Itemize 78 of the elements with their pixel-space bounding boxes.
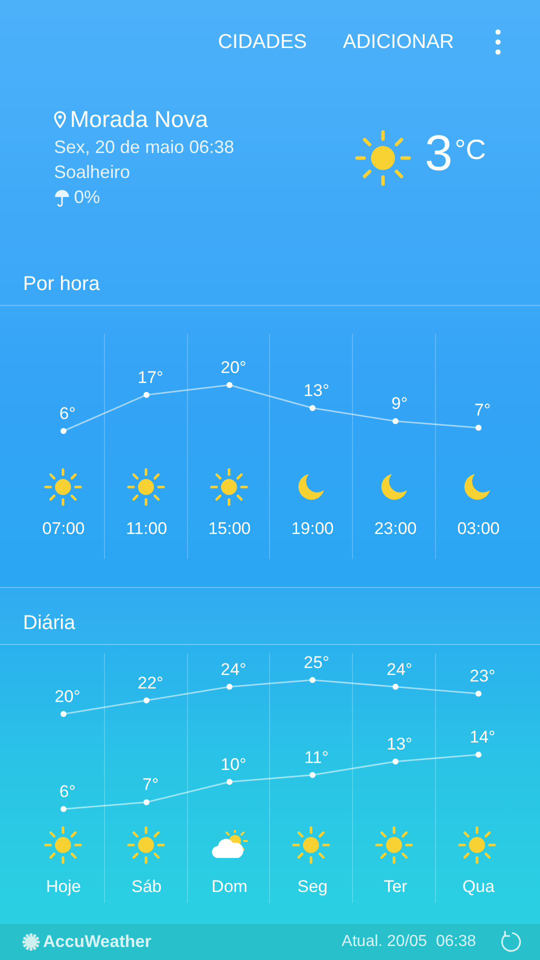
temperature-label: 22° <box>138 673 164 692</box>
condition-text: Soalheiro <box>54 162 132 183</box>
umbrella-icon <box>54 188 70 206</box>
last-updated: Atual. 20/05 06:38 <box>342 933 476 951</box>
moon-icon <box>379 472 410 502</box>
temperature-label: 13° <box>386 734 412 754</box>
menu-button[interactable]: CIDADES <box>218 30 307 54</box>
day-label: Qua <box>462 877 495 896</box>
date-time: Sex, 20 de maio 06:38 <box>54 137 234 158</box>
data-point <box>392 418 398 424</box>
sun-icon <box>458 826 496 864</box>
location-pin-icon <box>54 111 66 128</box>
hour-label: 23:00 <box>374 519 417 538</box>
moon-icon <box>462 472 492 502</box>
sun-icon <box>210 468 248 506</box>
data-point <box>226 382 232 388</box>
sun-icon <box>126 826 165 864</box>
section-title: Diária <box>23 612 76 635</box>
day-label: Hoje <box>46 877 81 896</box>
temperature-label: 7° <box>142 775 159 794</box>
data-point <box>476 752 482 758</box>
temperature-label: 14° <box>470 728 496 747</box>
current-temperature: 3 <box>424 130 453 176</box>
sun-icon <box>354 130 411 186</box>
hour-label: 07:00 <box>42 519 85 538</box>
day-label: Seg <box>297 877 328 896</box>
temperature-label: 17° <box>138 368 164 387</box>
data-point <box>310 405 316 411</box>
sun-icon <box>44 468 82 506</box>
temperature-label: 7° <box>474 400 491 420</box>
temperature-label: 20° <box>54 686 80 706</box>
hour-label: 11:00 <box>126 519 168 538</box>
logo-icon <box>22 933 40 951</box>
menu-button[interactable]: ADICIONAR <box>342 30 454 54</box>
sun-icon <box>44 826 82 864</box>
cloud-sun-icon <box>210 830 248 860</box>
more-options-icon[interactable] <box>494 29 502 55</box>
day-label: Dom <box>212 877 248 896</box>
temperature-label: 24° <box>220 660 246 679</box>
data-point <box>476 690 482 697</box>
data-point <box>226 684 232 690</box>
data-point <box>144 697 150 704</box>
temperature-label: 6° <box>59 782 76 801</box>
moon-icon <box>296 472 326 502</box>
hour-label: 03:00 <box>457 519 500 538</box>
data-point <box>226 778 232 785</box>
temperature-label: 9° <box>391 394 408 414</box>
temperature-label: 23° <box>470 666 496 686</box>
data-point <box>392 758 398 764</box>
brand-name: AccuWeather <box>43 932 152 952</box>
data-point <box>60 710 66 717</box>
day-label: Ter <box>384 877 408 896</box>
refresh-icon[interactable] <box>498 930 522 954</box>
temperature-label: 11° <box>304 748 329 768</box>
temperature-unit: °C <box>454 133 486 167</box>
data-point <box>60 806 66 812</box>
hour-label: 15:00 <box>208 519 251 538</box>
location-name: Morada Nova <box>70 106 208 133</box>
data-point <box>476 424 482 431</box>
sun-icon <box>292 826 330 864</box>
section-title: Por hora <box>23 273 100 296</box>
temperature-label: 20° <box>220 358 246 377</box>
data-point <box>60 428 66 434</box>
data-point <box>144 799 150 806</box>
data-point <box>310 772 316 778</box>
precipitation-chance: 0% <box>74 187 100 208</box>
sun-icon <box>126 468 165 506</box>
data-point <box>310 677 316 683</box>
temperature-label: 13° <box>304 381 330 400</box>
temperature-label: 10° <box>220 754 246 774</box>
sun-icon <box>375 826 414 864</box>
hour-label: 19:00 <box>291 519 334 538</box>
temperature-label: 6° <box>59 404 76 423</box>
temperature-label: 24° <box>386 660 412 679</box>
data-point <box>392 684 398 690</box>
temperature-label: 25° <box>304 653 330 672</box>
data-point <box>144 392 150 398</box>
day-label: Sáb <box>131 877 162 896</box>
